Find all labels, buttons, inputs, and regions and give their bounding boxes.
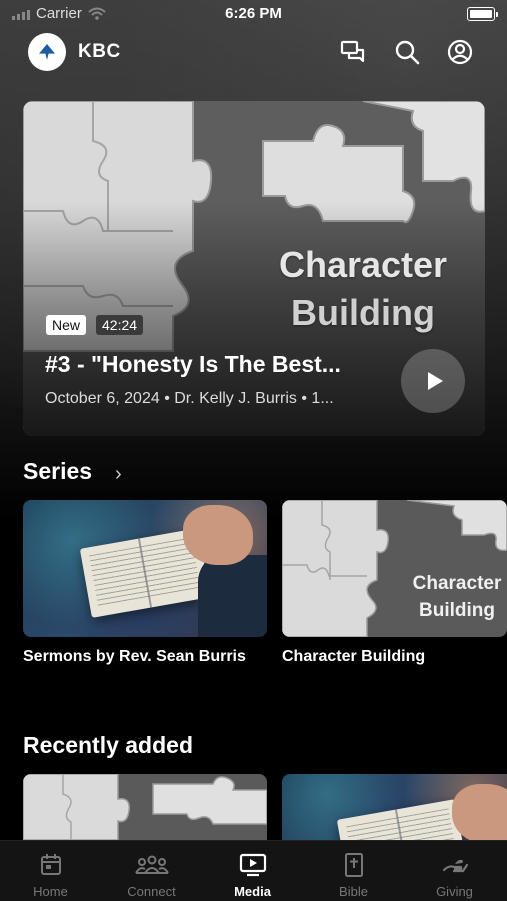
search-icon[interactable] (393, 38, 421, 66)
account-icon[interactable] (446, 38, 474, 66)
hero-art-line-1: Character (278, 244, 448, 285)
recently-added-heading: Recently added (23, 732, 193, 758)
tab-connect[interactable]: Connect (101, 841, 202, 901)
recent-card-character-building[interactable] (23, 774, 267, 840)
series-heading[interactable]: Series (23, 458, 92, 485)
hero-badges: New 42:24 (46, 315, 144, 335)
calendar-icon (40, 854, 61, 875)
play-button[interactable] (401, 349, 465, 413)
sleeve-shape (198, 555, 267, 637)
chevron-right-icon[interactable]: › (115, 463, 122, 486)
card-art-line-1: Character (412, 573, 502, 594)
hand-shape-recent (452, 784, 507, 840)
recent-card-sermons[interactable] (282, 774, 507, 840)
clock: 6:26 PM (225, 5, 282, 22)
series-card-character-building[interactable]: Character Building (282, 500, 507, 637)
bottom-tab-bar: Home Connect Media Bible Giving (0, 840, 507, 901)
hero-sermon-title: #3 - "Honesty Is The Best... (45, 351, 341, 377)
people-icon (134, 855, 169, 874)
puzzle-artwork-recent (23, 774, 267, 840)
tab-connect-label: Connect (127, 884, 176, 899)
new-badge: New (46, 315, 87, 335)
giving-hand-icon (442, 859, 468, 873)
tab-bible-label: Bible (339, 884, 368, 899)
tab-bible[interactable]: Bible (303, 841, 404, 901)
series-label-character-building: Character Building (282, 648, 426, 665)
tab-giving-label: Giving (436, 884, 473, 899)
hand-shape (183, 505, 253, 565)
chat-icon[interactable] (339, 38, 367, 66)
tab-home-label: Home (33, 884, 68, 899)
open-bible-icon-recent (336, 799, 468, 840)
battery-icon (467, 7, 498, 21)
featured-sermon-card[interactable]: Character Building New 42:24 #3 - "Hones… (23, 101, 485, 436)
series-card-sermons[interactable] (23, 500, 267, 637)
tv-play-icon (239, 853, 266, 877)
duration-badge: 42:24 (96, 315, 144, 335)
play-icon (427, 372, 443, 390)
tab-media-label: Media (234, 884, 271, 899)
bible-photo (23, 500, 267, 637)
character-building-art-text: Character Building (402, 570, 507, 624)
logo-mark-icon (39, 44, 55, 60)
hero-sermon-meta: October 6, 2024 • Dr. Kelly J. Burris • … (45, 390, 334, 407)
hero-artwork-title: Character Building (263, 241, 463, 337)
bible-photo-recent (282, 774, 507, 840)
tab-home[interactable]: Home (0, 841, 101, 901)
hero-art-line-2: Building (291, 292, 435, 333)
card-art-line-2: Building (419, 600, 495, 621)
series-label-sermons: Sermons by Rev. Sean Burris (23, 648, 246, 665)
status-bar: Carrier 6:26 PM (0, 0, 507, 28)
app-header: KBC (0, 30, 507, 74)
tab-giving[interactable]: Giving (404, 841, 505, 901)
church-logo[interactable] (28, 33, 66, 71)
brand-name: KBC (78, 41, 121, 62)
tab-media[interactable]: Media (202, 841, 303, 901)
bible-icon (344, 853, 363, 877)
